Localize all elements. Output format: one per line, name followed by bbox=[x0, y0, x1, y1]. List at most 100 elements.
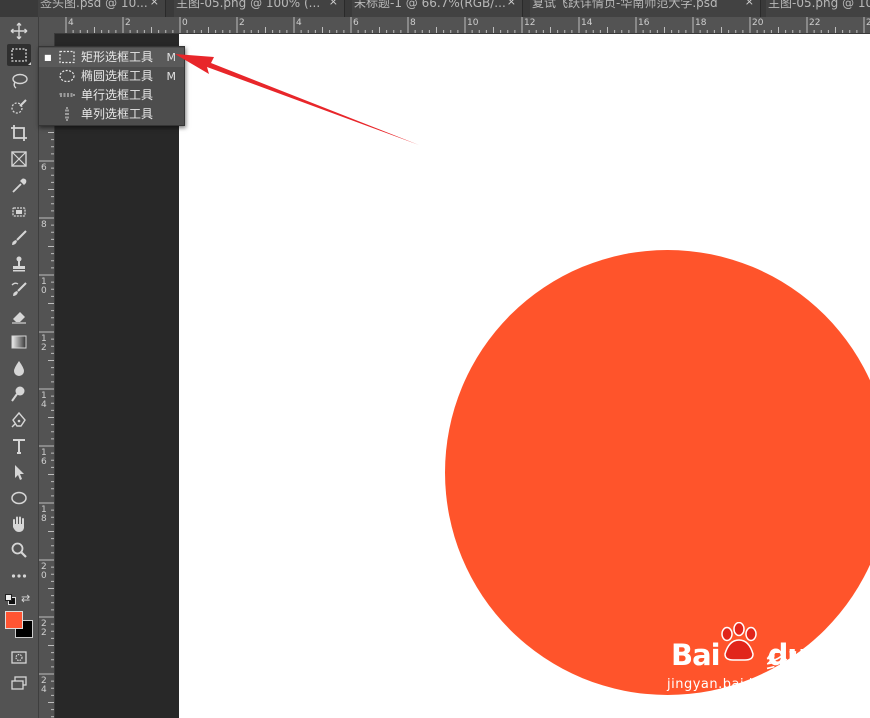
crop-icon bbox=[11, 125, 27, 141]
blur-tool[interactable] bbox=[7, 357, 31, 379]
move-tool[interactable] bbox=[7, 20, 31, 42]
flyout-item-ellipse-marquee[interactable]: 椭圆选框工具 M bbox=[39, 67, 184, 86]
rect-marquee-icon bbox=[59, 50, 75, 64]
eyedropper-tool[interactable] bbox=[7, 175, 31, 197]
document-canvas[interactable] bbox=[179, 34, 870, 718]
document-tab-bar: 签头图.psd @ 10... × 主图-05.png @ 100% (... … bbox=[0, 0, 870, 17]
eyedropper-icon bbox=[12, 178, 27, 193]
quick-select-tool[interactable] bbox=[7, 96, 31, 118]
ruler-left-label: 22 bbox=[41, 619, 47, 638]
document-tab-4[interactable]: 复试飞跃详情页-华南师范大学.psd × bbox=[530, 0, 761, 17]
frame-icon bbox=[11, 151, 27, 167]
flyout-item-shortcut: M bbox=[166, 51, 177, 64]
pen-tool[interactable] bbox=[7, 409, 31, 431]
close-icon[interactable]: × bbox=[507, 0, 516, 7]
hand-icon bbox=[13, 516, 24, 532]
flyout-item-single-column-marquee[interactable]: 单列选框工具 bbox=[39, 105, 184, 124]
ruler-left-label: 14 bbox=[41, 391, 47, 410]
gradient-tool[interactable] bbox=[7, 331, 31, 353]
ruler-left-label: 24 bbox=[41, 676, 47, 695]
ruler-left-label: 12 bbox=[41, 334, 47, 353]
frame-tool[interactable] bbox=[7, 148, 31, 170]
pasteboard bbox=[55, 34, 179, 718]
single-column-marquee-icon bbox=[65, 107, 69, 121]
close-icon[interactable]: × bbox=[329, 0, 338, 7]
clone-stamp-icon bbox=[13, 256, 25, 272]
horizontal-ruler[interactable]: 42024681012141618202224 bbox=[38, 17, 870, 34]
hand-tool[interactable] bbox=[7, 513, 31, 535]
marquee-tools-flyout: ■ 矩形选框工具 M 椭圆选框工具 M 单行选框工具 单列选框工具 bbox=[38, 46, 185, 126]
swap-colors-icon[interactable]: ⇄ bbox=[21, 592, 30, 605]
ellipse-shape-tool[interactable] bbox=[7, 487, 31, 509]
ruler-top-label: 22 bbox=[809, 18, 821, 28]
ruler-top-label: 14 bbox=[581, 18, 593, 28]
document-tab-2[interactable]: 主图-05.png @ 100% (... × bbox=[174, 0, 345, 17]
dodge-tool[interactable] bbox=[7, 383, 31, 405]
ruler-top-label: 4 bbox=[296, 18, 302, 28]
brush-tool[interactable] bbox=[7, 227, 31, 249]
flyout-item-label: 单行选框工具 bbox=[81, 88, 154, 102]
close-icon[interactable]: × bbox=[745, 0, 754, 7]
type-tool[interactable] bbox=[7, 435, 31, 457]
watermark-brand-part: Bai bbox=[671, 638, 721, 672]
more-tools[interactable] bbox=[7, 565, 31, 587]
document-tab-1[interactable]: 签头图.psd @ 10... × bbox=[38, 0, 166, 17]
ruler-top-label: 20 bbox=[752, 18, 764, 28]
watermark-url: jingyan.baidu.com bbox=[667, 677, 796, 692]
ruler-top-label: 10 bbox=[467, 18, 479, 28]
ruler-top-label: 6 bbox=[353, 18, 359, 28]
history-brush-icon bbox=[11, 282, 27, 296]
foreground-color-swatch[interactable] bbox=[5, 611, 23, 629]
close-icon[interactable]: × bbox=[150, 0, 159, 7]
history-brush-tool[interactable] bbox=[7, 279, 31, 301]
type-icon bbox=[13, 439, 25, 454]
eraser-icon bbox=[12, 312, 26, 324]
screen-mode-button[interactable] bbox=[7, 672, 31, 694]
path-select-tool[interactable] bbox=[7, 461, 31, 483]
tab-label: 未标题-1 @ 66.7%(RGB/... bbox=[354, 0, 506, 10]
quick-mask-button[interactable] bbox=[7, 646, 31, 668]
zoom-icon bbox=[11, 542, 27, 558]
ruler-left-label: 18 bbox=[41, 505, 47, 524]
ruler-top-label: 2 bbox=[125, 18, 131, 28]
ruler-left-label: 16 bbox=[41, 448, 47, 467]
eraser-tool[interactable] bbox=[7, 305, 31, 327]
document-tab-3[interactable]: 未标题-1 @ 66.7%(RGB/... × bbox=[352, 0, 523, 17]
dodge-icon bbox=[11, 386, 25, 402]
single-row-marquee-icon bbox=[59, 93, 75, 97]
ruler-top-label: 4 bbox=[68, 18, 74, 28]
flyout-item-single-row-marquee[interactable]: 单行选框工具 bbox=[39, 86, 184, 105]
tab-label: 主图-05.png @ 100% (... bbox=[176, 0, 321, 10]
gradient-icon bbox=[11, 335, 27, 349]
healing-brush-tool[interactable] bbox=[7, 201, 31, 223]
flyout-indicator-icon bbox=[28, 62, 31, 65]
more-icon bbox=[11, 574, 27, 578]
ruler-top-label: 8 bbox=[410, 18, 416, 28]
path-select-icon bbox=[15, 465, 24, 480]
crop-tool[interactable] bbox=[7, 122, 31, 144]
brush-icon bbox=[12, 230, 27, 245]
ruler-left-label: 10 bbox=[41, 277, 47, 296]
baidu-jingyan-watermark: Bai du 经验 jingyan.baidu.com bbox=[665, 622, 835, 697]
default-colors-icon[interactable] bbox=[5, 594, 16, 605]
clone-stamp-tool[interactable] bbox=[7, 253, 31, 275]
watermark-suffix: 经验 bbox=[766, 650, 811, 675]
ruler-left-label: 20 bbox=[41, 562, 47, 581]
zoom-tool[interactable] bbox=[7, 539, 31, 561]
tab-label: 复试飞跃详情页-华南师范大学.psd bbox=[532, 0, 718, 10]
ruler-left-label: 8 bbox=[41, 220, 47, 230]
flyout-item-label: 单列选框工具 bbox=[81, 107, 154, 121]
flyout-item-label: 椭圆选框工具 bbox=[81, 69, 154, 83]
tools-panel: ⇄ bbox=[0, 17, 39, 718]
document-tab-5[interactable]: 主图-05.png @ 10 bbox=[766, 0, 870, 17]
rect-marquee-icon bbox=[11, 48, 27, 62]
screen-mode-icon bbox=[11, 676, 27, 690]
quick-select-icon bbox=[11, 99, 27, 114]
ellipse-marquee-icon bbox=[59, 69, 75, 83]
lasso-tool[interactable] bbox=[7, 70, 31, 92]
ruler-ticks bbox=[65, 17, 865, 33]
vertical-ruler[interactable]: 6 8 10 12 14 16 18 20 22 24 bbox=[38, 33, 55, 718]
rect-marquee-tool[interactable] bbox=[7, 44, 31, 66]
ellipse-shape-icon bbox=[11, 491, 27, 505]
flyout-item-rect-marquee[interactable]: ■ 矩形选框工具 M bbox=[39, 48, 184, 67]
